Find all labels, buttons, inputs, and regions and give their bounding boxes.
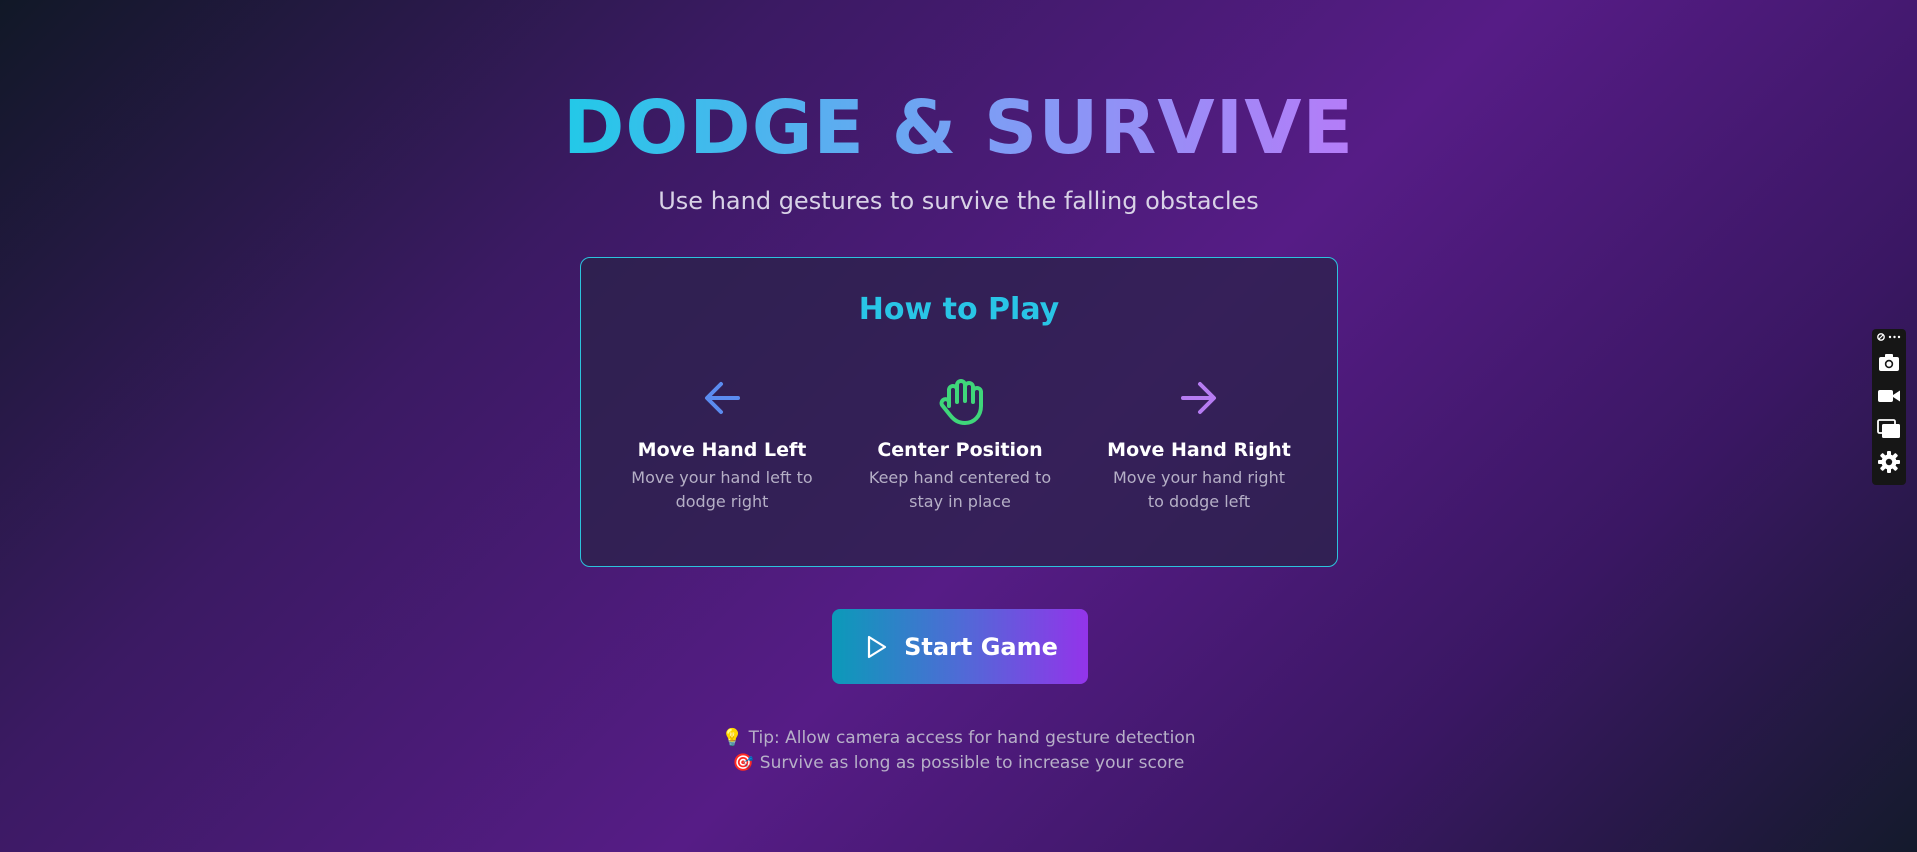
instruction-label: Center Position — [877, 439, 1043, 461]
video-icon[interactable] — [1877, 384, 1901, 408]
instruction-description: Keep hand centered to stay in place — [868, 468, 1052, 511]
how-to-play-heading: How to Play — [858, 292, 1060, 327]
game-subtitle: Use hand gestures to survive the falling… — [658, 187, 1259, 215]
target-icon: 🎯 — [732, 753, 754, 773]
more-options-icon[interactable] — [1876, 332, 1902, 342]
start-game-label: Start Game — [904, 632, 1058, 661]
tip-text: Survive as long as possible to increase … — [759, 753, 1185, 773]
window-icon[interactable] — [1877, 417, 1901, 441]
tip-text: Tip: Allow camera access for hand gestur… — [748, 728, 1196, 748]
start-screen: DODGE & SURVIVE Use hand gestures to sur… — [0, 0, 1917, 852]
instruction-description: Move your hand left to dodge right — [631, 468, 813, 511]
camera-icon[interactable] — [1877, 351, 1901, 375]
instruction-description: Move your hand right to dodge left — [1113, 468, 1285, 511]
start-game-button[interactable]: Start Game — [832, 609, 1088, 684]
instruction-label: Move Hand Right — [1107, 439, 1291, 461]
game-title: DODGE & SURVIVE — [0, 86, 1917, 170]
tip-camera-access: 💡 Tip: Allow camera access for hand gestu… — [0, 726, 1917, 751]
arrow-right-icon — [1181, 382, 1216, 414]
side-toolbar — [1872, 329, 1906, 485]
arrow-left-icon — [705, 382, 740, 414]
how-to-play-card: How to Play Move Hand Left Move your han… — [580, 257, 1338, 567]
instruction-move-right: Move Hand Right Move your hand right to … — [1099, 368, 1299, 514]
tips-section: 💡 Tip: Allow camera access for hand gestu… — [0, 726, 1917, 776]
instruction-label: Move Hand Left — [637, 439, 807, 461]
tip-survive: 🎯 Survive as long as possible to increase… — [0, 751, 1917, 776]
lightbulb-icon: 💡 — [721, 728, 743, 748]
play-icon — [867, 635, 887, 658]
instruction-move-left: Move Hand Left Move your hand left to do… — [622, 368, 822, 514]
settings-icon[interactable] — [1877, 450, 1901, 474]
game-title-text: DODGE & SURVIVE — [562, 85, 1355, 171]
hand-icon — [939, 379, 983, 425]
instruction-center-position: Center Position Keep hand centered to st… — [860, 368, 1060, 514]
